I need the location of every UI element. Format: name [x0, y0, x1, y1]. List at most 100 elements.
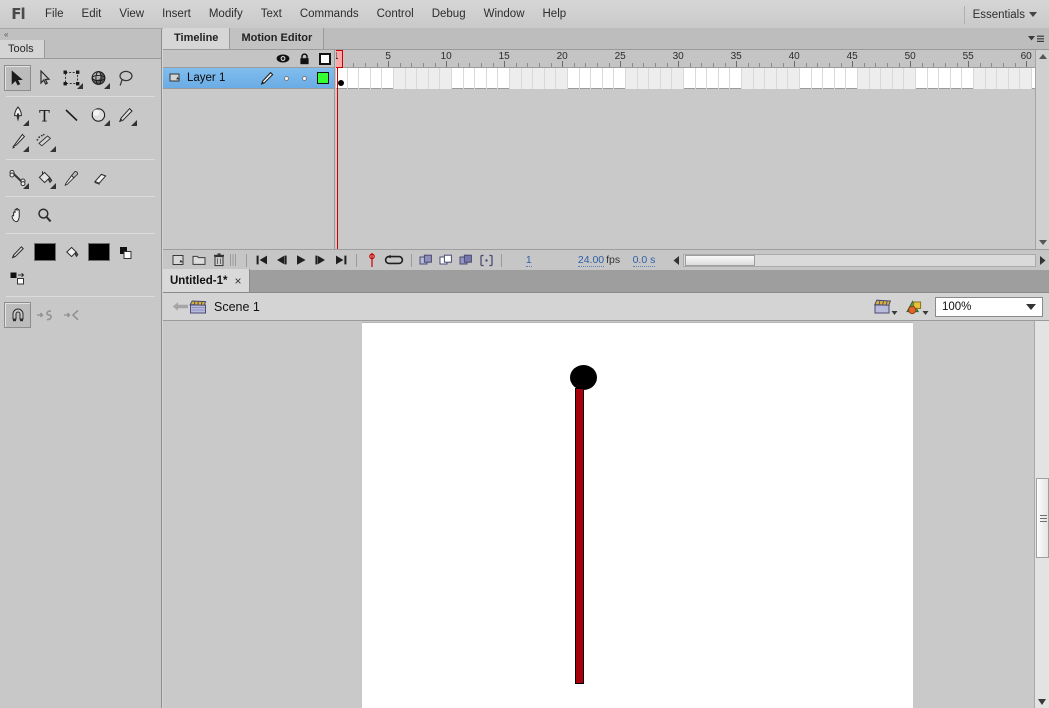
frame-cell[interactable] — [846, 68, 858, 89]
scroll-left-arrow-button[interactable] — [670, 253, 683, 268]
center-frame-button[interactable] — [363, 251, 381, 269]
frames-strip[interactable] — [336, 68, 1035, 89]
frame-cell[interactable] — [939, 68, 951, 89]
scroll-down-arrow-icon[interactable] — [1038, 699, 1046, 705]
artwork-body[interactable] — [575, 388, 584, 684]
zoom-level-select[interactable]: 100% — [935, 296, 1043, 317]
lock-icon[interactable] — [299, 52, 310, 65]
scroll-down-arrow-icon[interactable] — [1039, 240, 1047, 245]
tab-motion-editor[interactable]: Motion Editor — [230, 28, 325, 49]
tool-3d-rotation[interactable] — [85, 65, 112, 91]
step-back-button[interactable] — [272, 251, 290, 269]
menu-insert[interactable]: Insert — [153, 4, 200, 24]
frame-cell[interactable] — [556, 68, 568, 89]
menu-modify[interactable]: Modify — [200, 4, 252, 24]
menu-commands[interactable]: Commands — [291, 4, 368, 24]
timeline-ruler[interactable]: 510152025303540455055606570758085 — [336, 50, 1035, 68]
frame-cell[interactable] — [510, 68, 522, 89]
frame-cell[interactable] — [533, 68, 545, 89]
menu-help[interactable]: Help — [534, 4, 576, 24]
tool-eyedropper[interactable] — [58, 165, 85, 191]
frame-cell[interactable] — [858, 68, 870, 89]
outline-square-icon[interactable] — [319, 52, 331, 65]
pencil-icon[interactable] — [259, 71, 275, 86]
tool-deco[interactable] — [31, 128, 58, 154]
frame-cell[interactable] — [544, 68, 557, 89]
frame-cell[interactable] — [637, 68, 650, 89]
tool-subselection-arrow[interactable] — [31, 65, 58, 91]
document-tab[interactable]: Untitled-1* × — [163, 269, 250, 292]
frame-cell[interactable] — [951, 68, 963, 89]
frame-cell[interactable] — [753, 68, 766, 89]
onion-skin-button[interactable] — [418, 251, 436, 269]
menu-file[interactable]: File — [36, 4, 73, 24]
tool-text[interactable]: T — [31, 102, 58, 128]
frame-cell[interactable] — [788, 68, 800, 89]
scroll-thumb[interactable] — [684, 254, 755, 266]
frame-cell[interactable] — [985, 68, 998, 89]
playhead[interactable]: 1 — [336, 50, 343, 249]
layer-outline-color-swatch[interactable] — [317, 72, 329, 84]
frame-cell[interactable] — [371, 68, 383, 89]
layer-visibility-toggle[interactable] — [284, 75, 289, 81]
tool-eraser[interactable] — [85, 165, 112, 191]
edit-symbols-button[interactable] — [904, 298, 929, 316]
frame-cell[interactable] — [823, 68, 835, 89]
menu-debug[interactable]: Debug — [423, 4, 475, 24]
frame-cell[interactable] — [997, 68, 1009, 89]
layer-lock-toggle[interactable] — [302, 75, 307, 81]
frame-cell[interactable] — [696, 68, 708, 89]
frame-cell[interactable] — [626, 68, 638, 89]
tool-lasso[interactable] — [112, 65, 139, 91]
menu-window[interactable]: Window — [475, 4, 534, 24]
frame-cell[interactable] — [649, 68, 661, 89]
option-snap-to-objects[interactable] — [4, 302, 31, 328]
artwork-head[interactable] — [570, 365, 597, 390]
edit-multiple-frames-button[interactable] — [457, 251, 475, 269]
scroll-right-arrow-button[interactable] — [1036, 253, 1049, 268]
option-straighten[interactable] — [58, 302, 85, 328]
menu-text[interactable]: Text — [252, 4, 291, 24]
frame-cell[interactable] — [928, 68, 940, 89]
frame-cell[interactable] — [1008, 68, 1021, 89]
menu-control[interactable]: Control — [368, 4, 423, 24]
frame-cell[interactable] — [742, 68, 754, 89]
frame-cell[interactable] — [707, 68, 719, 89]
fill-color-control[interactable] — [58, 239, 85, 265]
tool-pen[interactable] — [4, 102, 31, 128]
new-folder-button[interactable] — [190, 251, 208, 269]
tab-timeline[interactable]: Timeline — [163, 28, 231, 49]
timeline-horizontal-scrollbar[interactable] — [670, 253, 1049, 268]
menu-view[interactable]: View — [110, 4, 153, 24]
frame-cell[interactable] — [684, 68, 696, 89]
frame-cell[interactable] — [359, 68, 371, 89]
frame-cell[interactable] — [730, 68, 742, 89]
frame-cell[interactable] — [428, 68, 441, 89]
frame-cell[interactable] — [603, 68, 615, 89]
tab-tools[interactable]: Tools — [0, 40, 45, 58]
tool-brush[interactable] — [4, 128, 31, 154]
back-arrow-icon[interactable] — [172, 300, 189, 313]
frame-cell[interactable] — [591, 68, 603, 89]
timeline-vertical-scrollbar[interactable] — [1035, 50, 1049, 249]
close-icon[interactable]: × — [235, 275, 242, 287]
frame-cell[interactable] — [812, 68, 824, 89]
scroll-up-arrow-icon[interactable] — [1039, 54, 1047, 59]
eye-icon[interactable] — [276, 53, 290, 64]
frame-cell[interactable] — [521, 68, 534, 89]
tool-paint-bucket[interactable] — [31, 165, 58, 191]
stage-canvas[interactable] — [362, 322, 913, 708]
frame-cell[interactable] — [835, 68, 847, 89]
frame-cell[interactable] — [916, 68, 928, 89]
stroke-color-swatch[interactable] — [31, 239, 58, 265]
frame-cell[interactable] — [869, 68, 882, 89]
black-and-white-button[interactable] — [112, 239, 139, 265]
current-frame-field[interactable]: 1 — [507, 254, 551, 267]
go-to-last-frame-button[interactable] — [332, 251, 350, 269]
stage-vertical-scrollbar[interactable] — [1034, 321, 1049, 708]
frame-cell[interactable] — [498, 68, 510, 89]
resize-grip[interactable] — [229, 254, 237, 266]
modify-markers-button[interactable] — [477, 251, 495, 269]
tool-zoom[interactable] — [31, 202, 58, 228]
keyframe-marker[interactable] — [338, 80, 344, 86]
